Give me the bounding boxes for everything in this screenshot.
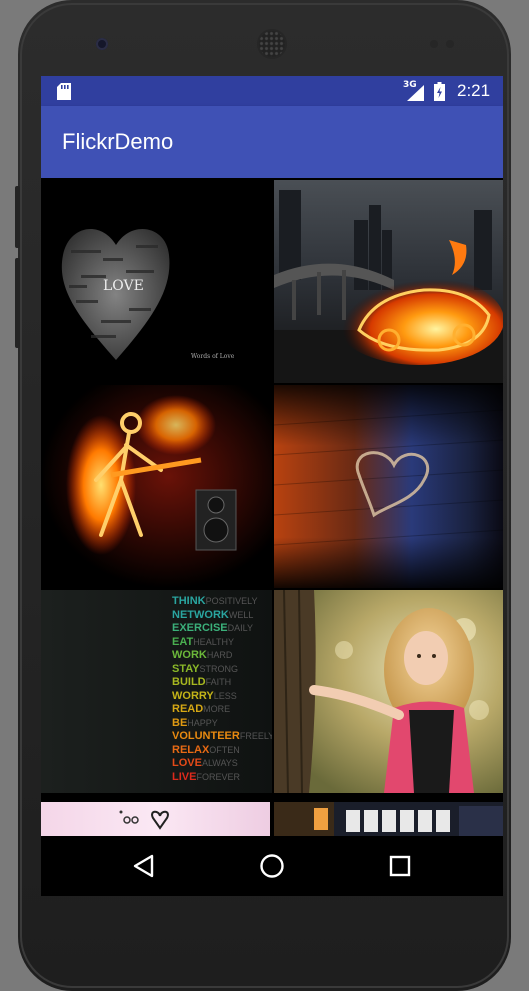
grid-image-girl-tree[interactable] <box>274 590 503 793</box>
app-title: FlickrDemo <box>62 129 174 154</box>
navigation-bar <box>41 836 503 896</box>
front-camera <box>96 38 108 50</box>
fire-skeleton-image <box>41 385 272 588</box>
love-heart-text: LOVE <box>103 278 144 294</box>
grid-image-pink-hearts[interactable] <box>41 802 270 836</box>
recents-icon[interactable] <box>383 849 417 883</box>
status-bar: 3G 2:21 <box>41 76 503 106</box>
battery-icon <box>434 82 445 101</box>
grid-image-love-heart[interactable]: LOVE Words of Love <box>41 180 272 383</box>
earpiece-speaker <box>259 31 285 57</box>
power-button <box>15 258 20 348</box>
grid-image-heart-wood[interactable] <box>274 385 503 588</box>
film-strip-image <box>274 802 503 836</box>
pink-hearts-image <box>119 810 169 830</box>
app-toolbar: FlickrDemo <box>41 106 503 178</box>
girl-tree-image <box>274 590 503 793</box>
light-sensor <box>446 40 454 48</box>
sd-card-icon <box>57 83 71 100</box>
screen: 3G 2:21 FlickrDemo LOVE Words of Love TH… <box>41 76 503 896</box>
status-clock: 2:21 <box>457 81 491 100</box>
heart-wood-image <box>274 385 503 588</box>
love-heart-image <box>61 228 170 360</box>
home-icon[interactable] <box>255 849 289 883</box>
signal-icon <box>407 85 424 101</box>
grid-image-film-strip[interactable] <box>274 802 503 836</box>
grid-image-flaming-car[interactable] <box>274 180 503 383</box>
volume-button <box>15 186 20 248</box>
flaming-car-image <box>274 180 503 383</box>
motivation-word-list: THINKPOSITIVELY NETWORKWELL EXERCISEDAIL… <box>172 595 272 783</box>
love-heart-caption: Words of Love <box>191 353 235 360</box>
back-icon[interactable] <box>127 849 161 883</box>
grid-image-fire-skeleton[interactable] <box>41 385 272 588</box>
grid-image-motivation[interactable]: THINKPOSITIVELY NETWORKWELL EXERCISEDAIL… <box>41 590 272 793</box>
proximity-sensor <box>430 40 438 48</box>
